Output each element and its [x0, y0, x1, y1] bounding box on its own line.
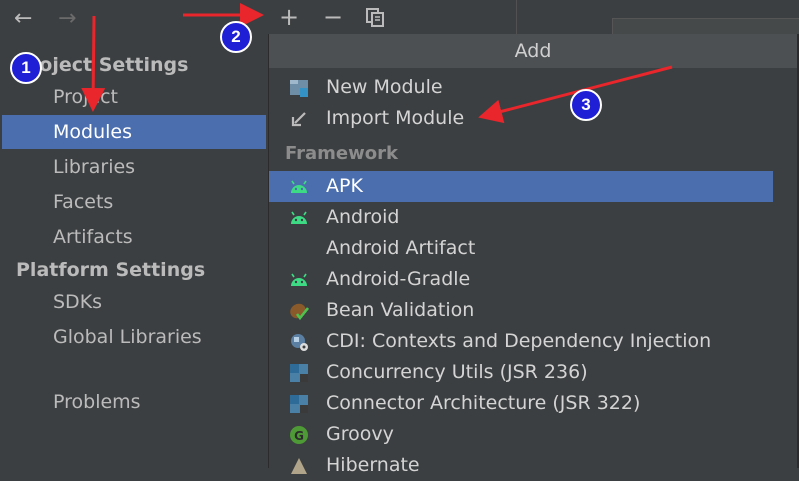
sidebar-item-libraries[interactable]: Libraries [2, 150, 266, 184]
toolbar: + − [268, 0, 516, 34]
menu-item-cdi[interactable]: CDI: Contexts and Dependency Injection [269, 326, 773, 357]
add-button[interactable]: + [274, 2, 304, 32]
menu-item-label: Android-Gradle [326, 268, 471, 290]
menu-item-apk[interactable]: APK [269, 171, 773, 202]
hibernate-icon [291, 458, 307, 474]
copy-button[interactable] [360, 2, 390, 32]
menu-item-connector-architecture[interactable]: Connector Architecture (JSR 322) [269, 388, 773, 419]
sidebar-item-artifacts[interactable]: Artifacts [2, 220, 266, 254]
menu-item-bean-validation[interactable]: Bean Validation [269, 295, 773, 326]
menu-item-hibernate[interactable]: Hibernate [269, 450, 773, 481]
android-icon [291, 273, 307, 286]
menu-item-label: Hibernate [326, 454, 420, 476]
menu-item-groovy[interactable]: G Groovy [269, 419, 773, 450]
sidebar-item-facets[interactable]: Facets [2, 185, 266, 219]
popup-scrollbar[interactable] [777, 68, 795, 468]
menu-item-label: New Module [326, 76, 443, 98]
jsr-icon [290, 395, 308, 413]
back-arrow-icon[interactable]: ← [14, 8, 32, 30]
menu-item-label: Bean Validation [326, 299, 475, 321]
sidebar-item-sdks[interactable]: SDKs [2, 285, 266, 319]
menu-item-new-module[interactable]: New Module [269, 72, 773, 103]
details-tab [612, 18, 799, 35]
menu-item-label: CDI: Contexts and Dependency Injection [326, 330, 712, 352]
remove-button[interactable]: − [318, 2, 348, 32]
popup-title: Add [269, 34, 797, 68]
annotation-badge-2: 2 [220, 21, 252, 53]
android-icon [291, 211, 307, 224]
groovy-icon: G [290, 426, 308, 444]
menu-item-import-module[interactable]: Import Module [269, 103, 773, 134]
annotation-badge-3: 3 [570, 89, 602, 121]
menu-item-label: Groovy [326, 423, 394, 445]
menu-item-label: Android Artifact [326, 237, 476, 259]
sidebar-item-problems[interactable]: Problems [2, 385, 266, 419]
menu-item-label: APK [326, 175, 363, 197]
menu-item-label: Concurrency Utils (JSR 236) [326, 361, 588, 383]
cdi-icon [291, 334, 308, 351]
jsr-icon [290, 364, 308, 382]
menu-item-android-gradle[interactable]: Android-Gradle [269, 264, 773, 295]
sidebar-item-global-libraries[interactable]: Global Libraries [2, 320, 266, 354]
annotation-badge-1: 1 [10, 52, 42, 84]
platform-settings-header: Platform Settings [16, 259, 206, 281]
menu-item-android-artifact[interactable]: Android Artifact [269, 233, 773, 264]
copy-icon [366, 8, 384, 27]
framework-header: Framework [285, 143, 398, 164]
menu-item-label: Android [326, 206, 400, 228]
sidebar-item-modules[interactable]: Modules [2, 115, 266, 149]
module-icon [290, 80, 308, 97]
sidebar-item-project[interactable]: Project [2, 80, 266, 114]
bean-validation-icon [290, 303, 309, 321]
menu-item-label: Import Module [326, 107, 465, 129]
menu-item-android[interactable]: Android [269, 202, 773, 233]
forward-arrow-icon[interactable]: → [58, 8, 76, 30]
android-icon [291, 180, 307, 193]
add-popup-menu: Add New Module Import Module Framework A… [268, 34, 798, 476]
svg-text:G: G [294, 429, 304, 443]
menu-item-label: Connector Architecture (JSR 322) [326, 392, 641, 414]
import-icon [291, 112, 306, 127]
menu-item-concurrency-utils[interactable]: Concurrency Utils (JSR 236) [269, 357, 773, 388]
